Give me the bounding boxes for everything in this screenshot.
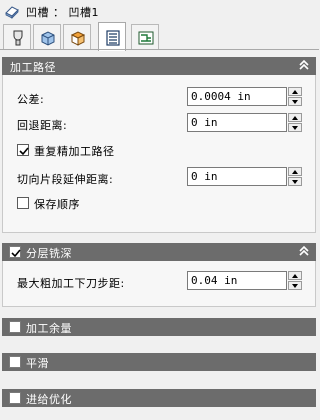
tool-icon: [13, 30, 23, 46]
tangent-extension-spinner: 0 in: [187, 167, 303, 186]
tolerance-down-button[interactable]: [288, 97, 302, 106]
box-icon: [70, 31, 86, 46]
preserve-order-label: 保存顺序: [34, 198, 80, 211]
checkmark-icon: [19, 147, 29, 156]
stock-allowance-checkbox[interactable]: [9, 321, 21, 333]
tolerance-input[interactable]: 0.0004 in: [187, 87, 287, 106]
linking-icon: [138, 31, 154, 45]
preserve-order-checkbox[interactable]: 保存顺序: [17, 197, 137, 211]
retract-distance-spinner: 0 in: [187, 113, 303, 132]
double-chevron-up-icon[interactable]: [298, 244, 310, 262]
stock-allowance-section-title: 加工余量: [26, 322, 72, 335]
max-rough-step-up-button[interactable]: [288, 271, 302, 280]
list-icon: [106, 30, 120, 46]
tab-underline: [0, 49, 319, 50]
step-down-section-panel: 最大粗加工下刀步距: 0.04 in: [2, 261, 316, 307]
tangent-extension-input[interactable]: 0 in: [187, 167, 287, 186]
tolerance-label: 公差:: [17, 93, 45, 106]
tab-tool[interactable]: [3, 24, 31, 50]
title-bar: 凹槽 ： 凹槽1: [0, 0, 319, 22]
cube-icon: [41, 31, 55, 46]
smoothing-checkbox[interactable]: [9, 356, 21, 368]
smoothing-section-header[interactable]: 平滑: [2, 353, 316, 371]
max-rough-step-input[interactable]: 0.04 in: [187, 271, 287, 290]
toolpath-section-header[interactable]: 加工路径: [2, 57, 316, 75]
tolerance-spinner: 0.0004 in: [187, 87, 303, 106]
max-rough-step-spinner: 0.04 in: [187, 271, 303, 290]
retract-distance-up-button[interactable]: [288, 113, 302, 122]
tolerance-up-button[interactable]: [288, 87, 302, 96]
title-text: 凹槽 ： 凹槽1: [26, 6, 99, 19]
step-down-section-header[interactable]: 分层铣深: [2, 243, 316, 261]
max-rough-step-label: 最大粗加工下刀步距:: [17, 277, 125, 290]
preserve-order-box[interactable]: [17, 197, 29, 209]
feed-optimization-section-title: 进给优化: [26, 393, 72, 406]
tangent-extension-up-button[interactable]: [288, 167, 302, 176]
toolpath-section-title: 加工路径: [10, 61, 56, 74]
checkmark-icon: [11, 249, 21, 258]
feed-optimization-checkbox[interactable]: [9, 392, 21, 404]
tab-stock[interactable]: [33, 24, 61, 50]
tab-strip: [0, 22, 319, 51]
repeat-finish-label: 重复精加工路径: [34, 145, 115, 158]
double-chevron-up-icon[interactable]: [298, 58, 310, 76]
feature-icon: [4, 3, 20, 19]
retract-distance-input[interactable]: 0 in: [187, 113, 287, 132]
toolpath-section-panel: 公差: 0.0004 in 回退距离: 0 in 重复精加工路径 切向片段延伸距…: [2, 75, 316, 233]
tab-geometry[interactable]: [63, 24, 91, 50]
feed-optimization-section-header[interactable]: 进给优化: [2, 389, 316, 407]
repeat-finish-checkbox[interactable]: 重复精加工路径: [17, 144, 177, 158]
step-down-checkbox[interactable]: [9, 246, 21, 258]
tab-linking[interactable]: [131, 24, 159, 50]
repeat-finish-box[interactable]: [17, 144, 29, 156]
max-rough-step-down-button[interactable]: [288, 281, 302, 290]
tangent-extension-label: 切向片段延伸距离:: [17, 173, 114, 186]
retract-distance-label: 回退距离:: [17, 119, 68, 132]
retract-distance-down-button[interactable]: [288, 123, 302, 132]
stock-allowance-section-header[interactable]: 加工余量: [2, 318, 316, 336]
tab-parameters[interactable]: [98, 22, 126, 51]
smoothing-section-title: 平滑: [26, 357, 49, 370]
step-down-section-title: 分层铣深: [26, 247, 72, 260]
tangent-extension-down-button[interactable]: [288, 177, 302, 186]
